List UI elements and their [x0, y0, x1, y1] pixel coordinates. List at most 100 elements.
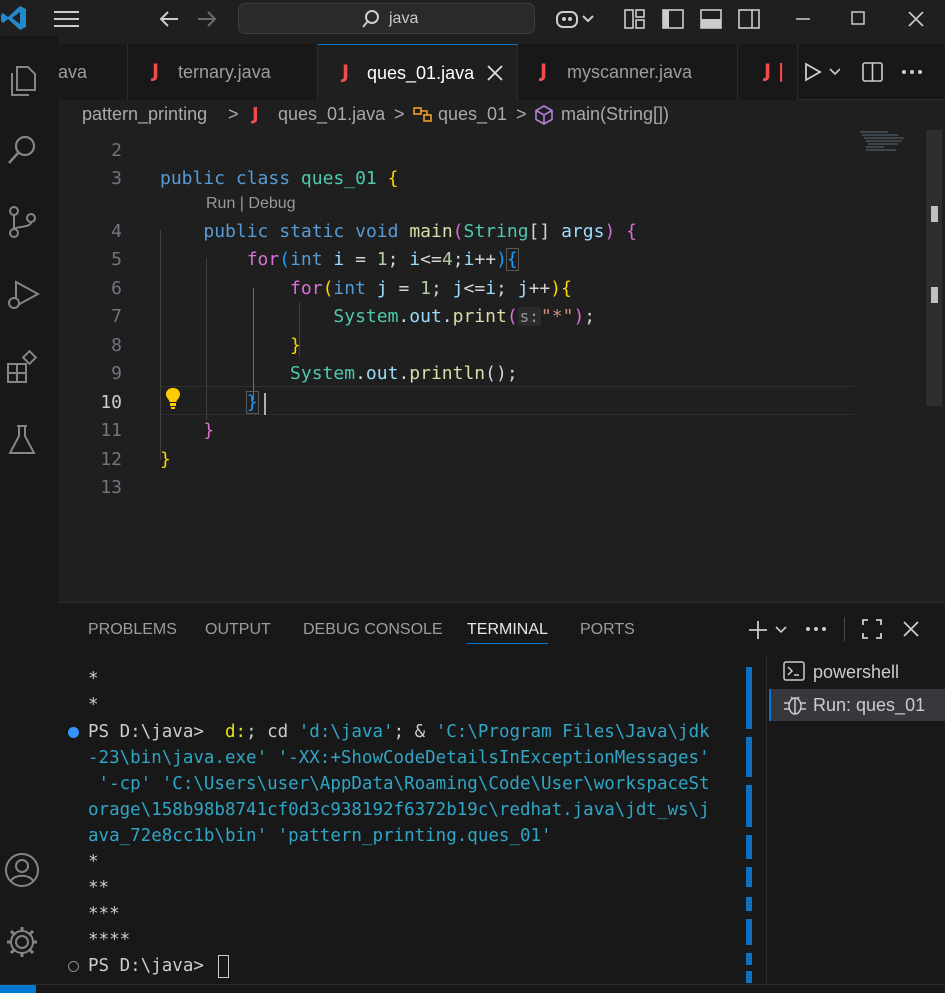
class-symbol-icon [412, 105, 434, 125]
tab-ava[interactable]: ava [58, 44, 128, 100]
token: } [245, 391, 259, 414]
java-file-icon: J [252, 104, 259, 125]
settings-gear-icon[interactable] [4, 924, 40, 960]
run-debug-icon[interactable] [4, 276, 40, 312]
more-actions-icon[interactable] [901, 69, 923, 75]
maximize-icon[interactable] [850, 10, 868, 28]
title-bar: java [0, 0, 945, 36]
split-editor-icon[interactable] [862, 61, 884, 83]
terminal-line: ** [88, 878, 110, 898]
tab-terminal[interactable]: TERMINAL [467, 621, 548, 644]
breadcrumb-chevron-icon: > [394, 104, 405, 124]
close-window-icon[interactable] [906, 9, 926, 29]
token: . [441, 306, 453, 327]
back-arrow-icon[interactable] [158, 9, 180, 29]
more-actions-icon[interactable] [805, 626, 827, 632]
extensions-icon[interactable] [4, 350, 40, 386]
files-icon[interactable] [4, 62, 40, 98]
tab-ports[interactable]: PORTS [580, 621, 635, 639]
token: j [376, 278, 388, 299]
terminal-line: -23\bin\java.exe' '-XX:+ShowCodeDetailsI… [88, 748, 710, 768]
codelens-run-debug[interactable]: Run | Debug [206, 195, 296, 213]
breadcrumb-folder[interactable]: pattern_printing [82, 104, 207, 125]
toggle-secondary-sidebar-icon[interactable] [738, 8, 760, 30]
command-center-text: java [389, 10, 419, 27]
new-terminal-icon[interactable] [748, 619, 790, 641]
remote-indicator[interactable] [0, 985, 36, 993]
line-number: 11 [100, 420, 122, 441]
source-control-icon[interactable] [4, 204, 40, 240]
command-center-search[interactable]: java [238, 3, 535, 34]
maximize-panel-icon[interactable] [862, 619, 882, 639]
breadcrumb: pattern_printing > J ques_01.java > ques… [58, 100, 945, 130]
tab-debug-console[interactable]: DEBUG CONSOLE [303, 621, 443, 639]
parameter-hint: s: [517, 307, 541, 326]
tab-myscanner-java[interactable]: J myscanner.java [518, 44, 738, 100]
token: { [561, 278, 572, 299]
terminal-item-run-ques-01[interactable]: Run: ques_01 [769, 689, 945, 721]
token: ; [496, 278, 507, 299]
token: ) [573, 306, 585, 327]
token: = [398, 278, 410, 299]
tab-overflow[interactable]: J | [738, 44, 798, 100]
terminal-command-line: PS D:\java> d:; cd 'd:\java'; & 'C:\Prog… [88, 722, 710, 742]
code-editor[interactable]: 2 3 4 5 6 7 8 9 10 11 12 13 Run | Debug … [58, 130, 945, 602]
minimap[interactable] [858, 130, 928, 160]
token: <= [463, 278, 486, 299]
line-number: 13 [100, 477, 122, 498]
tab-label: myscanner.java [567, 62, 693, 82]
token: System [333, 306, 399, 327]
toggle-panel-icon[interactable] [700, 8, 722, 30]
menu-icon[interactable] [54, 9, 80, 29]
command-decoration-icon[interactable] [68, 727, 79, 738]
copilot-icon[interactable] [555, 8, 597, 30]
scrollbar-marker [931, 287, 938, 303]
breadcrumb-class[interactable]: ques_01 [438, 104, 507, 125]
token: ; [387, 249, 399, 270]
token: j [517, 278, 529, 299]
terminal-line: **** [88, 930, 131, 950]
token: ) [496, 249, 507, 270]
token: ; [584, 306, 596, 327]
minimize-icon[interactable] [794, 10, 812, 28]
terminal-line: * [88, 669, 99, 689]
testing-icon[interactable] [4, 422, 40, 458]
token: 1 [376, 249, 388, 270]
close-panel-icon[interactable] [902, 620, 920, 638]
token: public [160, 168, 226, 189]
tab-ternary-java[interactable]: J ternary.java [128, 44, 318, 100]
token: } [203, 420, 215, 441]
forward-arrow-icon[interactable] [196, 9, 218, 29]
line-number: 2 [111, 140, 122, 161]
terminal-list: powershell Run: ques_01 [766, 655, 945, 985]
line-number: 5 [111, 249, 122, 270]
toggle-primary-sidebar-icon[interactable] [662, 8, 684, 30]
tab-label: ques_01.java [367, 63, 475, 83]
token: ; [452, 249, 464, 270]
lightbulb-icon[interactable] [164, 386, 182, 410]
line-number-current: 10 [100, 392, 122, 413]
tab-problems[interactable]: PROBLEMS [88, 621, 177, 639]
token: i [463, 249, 475, 270]
terminal-token: ; & [393, 722, 436, 742]
terminal-scrollbar[interactable] [746, 667, 752, 985]
token: int [333, 278, 366, 299]
line-number: 6 [111, 278, 122, 299]
breadcrumb-method[interactable]: main(String[]) [561, 104, 669, 125]
account-icon[interactable] [4, 852, 40, 888]
tab-ques-01-java[interactable]: J ques_01.java [318, 44, 518, 101]
token: void [355, 221, 399, 242]
run-java-icon[interactable] [804, 62, 840, 82]
terminal-item-powershell[interactable]: powershell [769, 655, 945, 687]
editor-scrollbar[interactable] [926, 130, 942, 406]
breadcrumb-file[interactable]: ques_01.java [278, 104, 385, 125]
close-tab-icon[interactable] [486, 64, 504, 82]
command-decoration-icon[interactable] [68, 961, 79, 972]
token: 4 [441, 249, 453, 270]
customize-layout-icon[interactable] [624, 8, 646, 30]
token: int [290, 249, 323, 270]
search-icon[interactable] [4, 132, 40, 168]
tab-output[interactable]: OUTPUT [205, 621, 271, 639]
terminal-line: '-cp' 'C:\Users\user\AppData\Roaming\Cod… [88, 774, 710, 794]
token: out [365, 363, 399, 384]
